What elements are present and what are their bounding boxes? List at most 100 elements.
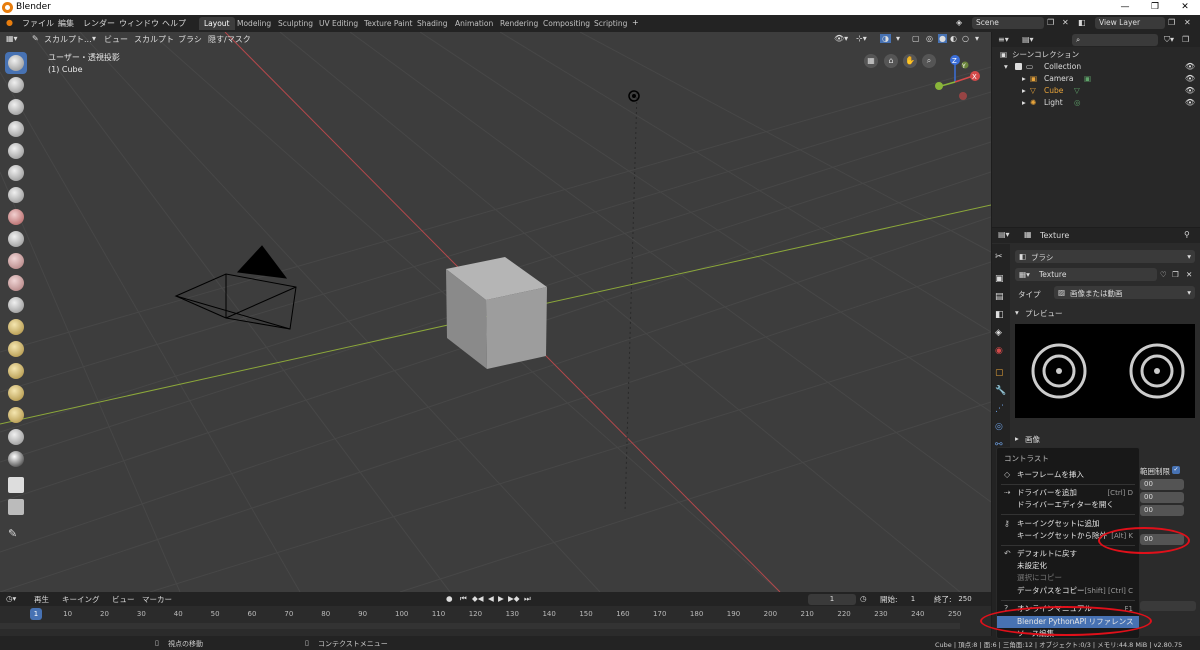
unlink-icon[interactable]: ✕ <box>1186 270 1192 279</box>
jump-end-icon[interactable]: ⏭ <box>524 594 531 604</box>
menu-hide-mask[interactable]: 隠す/マスク <box>208 34 251 45</box>
grab-brush-icon[interactable] <box>8 319 24 335</box>
scene-selector[interactable]: Scene <box>972 17 1044 29</box>
wireframe-shading-icon[interactable]: ◎ <box>926 34 933 43</box>
tool-tab-icon[interactable]: ✂ <box>995 252 1007 264</box>
view-layer-selector[interactable]: View Layer <box>1095 17 1165 29</box>
menu-help[interactable]: ヘルプ <box>162 18 186 29</box>
minimize-icon[interactable]: — <box>1110 0 1140 15</box>
scrape-brush-icon[interactable] <box>8 275 24 291</box>
visibility-icon[interactable]: 👁▾ <box>834 34 848 43</box>
box-hide-icon[interactable] <box>8 499 24 515</box>
delete-scene-icon[interactable]: ✕ <box>1062 18 1069 27</box>
physics-tab-icon[interactable]: ◎ <box>995 422 1007 434</box>
jump-start-icon[interactable]: ⏮ <box>460 594 467 604</box>
tab-compositing[interactable]: Compositing <box>538 17 595 30</box>
tab-modeling[interactable]: Modeling <box>232 17 276 30</box>
menu-playback[interactable]: 再生 <box>34 594 49 605</box>
brush-selector[interactable]: ◧ ブラシ ▾ <box>1015 250 1195 263</box>
clay-brush-icon[interactable] <box>8 77 24 93</box>
add-workspace-icon[interactable]: + <box>632 18 639 27</box>
world-tab-icon[interactable]: ◉ <box>995 346 1007 358</box>
start-frame-field[interactable]: 1 <box>904 594 922 605</box>
gizmo-icon[interactable]: ⊹▾ <box>856 34 867 43</box>
expand-arrow-icon[interactable]: ▸ <box>1022 85 1026 97</box>
clamp-checkbox[interactable]: ✓ <box>1172 466 1180 474</box>
checkbox-icon[interactable] <box>1015 63 1022 70</box>
tab-sculpting[interactable]: Sculpting <box>273 17 318 30</box>
fill-brush-icon[interactable] <box>8 253 24 269</box>
expand-arrow-icon[interactable]: ▸ <box>1022 73 1026 85</box>
play-icon[interactable]: ▶ <box>498 594 504 603</box>
simplify-brush-icon[interactable] <box>8 429 24 445</box>
zoom-icon[interactable]: ⌕ <box>922 54 936 68</box>
draw-brush-icon[interactable] <box>8 55 24 71</box>
timeline-editor[interactable]: ◷▾ 再生 キーイング ビュー マーカー ● ⏮ ◆◀ ◀ ▶ ▶◆ ⏭ 1 ◷… <box>0 592 991 636</box>
scene-tab-icon[interactable]: ◈ <box>995 328 1007 340</box>
blob-brush-icon[interactable] <box>8 165 24 181</box>
new-collection-icon[interactable]: ❐ <box>1182 35 1189 44</box>
menu-keying[interactable]: キーイング <box>62 594 100 605</box>
blender-menu-icon[interactable]: ● <box>6 18 13 27</box>
outliner-item-camera[interactable]: ▸ ▣ Camera ▣ 👁 <box>992 73 1200 85</box>
value-field-2[interactable]: 00 <box>1140 492 1184 503</box>
mode-selector[interactable]: スカルプト... <box>44 34 92 45</box>
overlay-icon[interactable]: ◑ <box>880 34 891 43</box>
tab-texture-paint[interactable]: Texture Paint <box>359 17 417 30</box>
particles-tab-icon[interactable]: ⋰ <box>995 404 1007 416</box>
eye-icon[interactable]: 👁 <box>1185 61 1195 73</box>
value-field-1[interactable]: 00 <box>1140 479 1184 490</box>
outliner-search-input[interactable]: ⌕ <box>1072 34 1158 46</box>
solid-shading-icon[interactable]: ● <box>938 34 947 43</box>
view-layer-tab-icon[interactable]: ◧ <box>995 310 1007 322</box>
texture-type-dropdown[interactable]: ▨ 画像または動画 ▾ <box>1054 286 1195 299</box>
menu-insert-keyframe[interactable]: ◇ キーフレームを挿入 <box>997 469 1139 481</box>
annotate-icon[interactable]: ✎ <box>8 527 24 543</box>
eye-icon[interactable]: 👁 <box>1185 73 1195 85</box>
output-tab-icon[interactable]: ▤ <box>995 292 1007 304</box>
outliner-item-cube[interactable]: ▸ ▽ Cube ▽ 👁 <box>992 85 1200 97</box>
new-scene-icon[interactable]: ❐ <box>1047 18 1054 27</box>
image-panel-title[interactable]: 画像 <box>1025 434 1040 445</box>
3d-viewport[interactable]: ▦▾ ✎ スカルプト... ▾ ビュー スカルプト ブラシ 隠す/マスク 👁▾ … <box>0 32 991 592</box>
render-shading-icon[interactable]: ○ <box>962 34 969 43</box>
value-field-3[interactable]: 00 <box>1140 505 1184 516</box>
expand-arrow-icon[interactable]: ▾ <box>1004 61 1008 73</box>
mode-dropdown-icon[interactable]: ▾ <box>92 34 96 43</box>
smooth-brush-icon[interactable] <box>8 209 24 225</box>
overlay-dropdown-icon[interactable]: ▾ <box>896 34 900 43</box>
clay-strips-icon[interactable] <box>8 99 24 115</box>
filter-icon[interactable]: ⛉▾ <box>1164 35 1174 45</box>
menu-open-drivers-editor[interactable]: ドライバーエディターを開く <box>997 499 1139 511</box>
properties-editor-type-icon[interactable]: ▤▾ <box>998 230 1010 239</box>
pinch-brush-icon[interactable] <box>8 297 24 313</box>
nudge-brush-icon[interactable] <box>8 385 24 401</box>
camera-view-icon[interactable]: ▦ <box>864 54 878 68</box>
value-field-4[interactable] <box>1140 601 1196 611</box>
menu-marker[interactable]: マーカー <box>142 594 172 605</box>
outliner-item-collection[interactable]: ▾ ▭ Collection 👁 <box>992 61 1200 73</box>
display-mode-icon[interactable]: ▤▾ <box>1022 35 1034 44</box>
menu-file[interactable]: ファイル <box>22 18 54 29</box>
menu-timeline-view[interactable]: ビュー <box>112 594 135 605</box>
editor-type-icon[interactable]: ▦▾ <box>6 34 18 43</box>
pin-icon[interactable]: ⚲ <box>1184 230 1190 239</box>
preview-expand-icon[interactable]: ▾ <box>1015 308 1019 317</box>
menu-window[interactable]: ウィンドウ <box>119 18 159 29</box>
outliner-editor[interactable]: ≡▾ ▤▾ ⌕ ⛉▾ ❐ ▣ シーンコレクション ▾ ▭ Collection … <box>992 32 1200 227</box>
menu-brush[interactable]: ブラシ <box>178 34 202 45</box>
play-reverse-icon[interactable]: ◀ <box>488 594 494 603</box>
layer-brush-icon[interactable] <box>8 121 24 137</box>
camera-persp-icon[interactable]: ⌂ <box>884 54 898 68</box>
outliner-editor-type-icon[interactable]: ≡▾ <box>998 35 1009 44</box>
menu-copy-data-path[interactable]: データパスをコピー [Shift] [Ctrl] C <box>997 585 1139 597</box>
rotate-brush-icon[interactable] <box>8 407 24 423</box>
menu-add-to-keying-set[interactable]: ⚷ キーイングセットに追加 <box>997 518 1139 530</box>
menu-copy-to-selected[interactable]: 選択にコピー <box>997 572 1139 584</box>
tab-shading[interactable]: Shading <box>412 17 452 30</box>
render-tab-icon[interactable]: ▣ <box>995 274 1007 286</box>
record-icon[interactable]: ● <box>446 594 453 603</box>
thumb-brush-icon[interactable] <box>8 363 24 379</box>
menu-render[interactable]: レンダー <box>83 18 115 29</box>
snake-hook-brush-icon[interactable] <box>8 341 24 357</box>
